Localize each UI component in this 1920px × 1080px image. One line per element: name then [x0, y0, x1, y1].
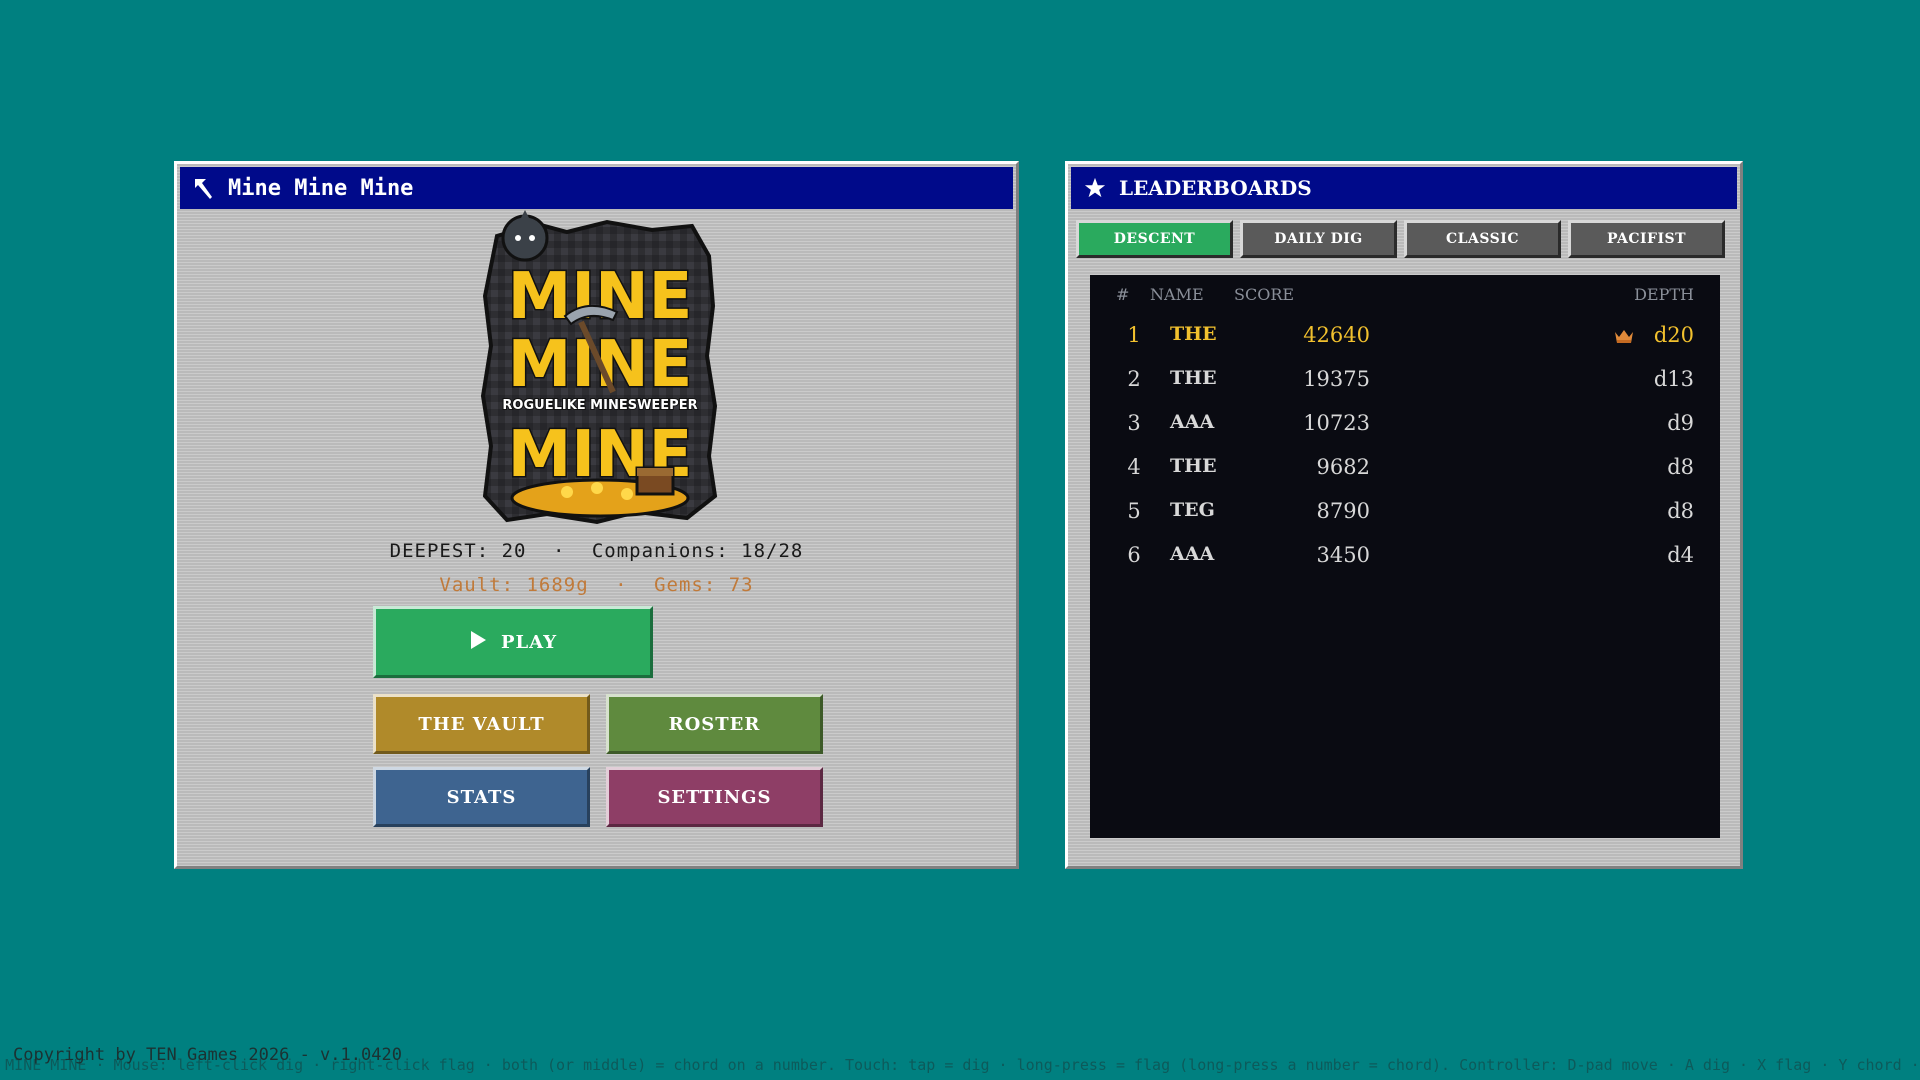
roster-button[interactable]: ROSTER [606, 694, 823, 754]
row-rank: 5 [1127, 499, 1141, 523]
vault-stat: Vault: 1689g [439, 574, 589, 596]
deepest-stat: DEEPEST: 20 [389, 540, 527, 562]
table-row: 1 THE 42640 d20 [1090, 315, 1720, 359]
row-score: 10723 [1303, 411, 1370, 435]
leaderboards-title: LEADERBOARDS [1119, 176, 1312, 200]
row-depth: d8 [1667, 455, 1694, 479]
leaderboard-table[interactable]: # NAME SCORE DEPTH 1 THE 42640 d20 2 THE… [1090, 275, 1720, 838]
tab-pacifist[interactable]: PACIFIST [1568, 220, 1725, 258]
play-button[interactable]: PLAY [373, 606, 653, 678]
table-row: 4 THE 9682 d8 [1090, 447, 1720, 491]
currency-stats: Vault: 1689g · Gems: 73 [177, 574, 1016, 596]
progress-stats: DEEPEST: 20 · Companions: 18/28 [177, 540, 1016, 562]
row-rank: 1 [1127, 323, 1141, 347]
row-depth: d8 [1667, 499, 1694, 523]
settings-label: SETTINGS [657, 786, 772, 808]
row-name: AAA [1170, 411, 1215, 433]
window-title: Mine Mine Mine [228, 175, 414, 201]
row-name: TEG [1170, 499, 1215, 521]
game-logo: MINE MINE MINE ROGUELIKE MINESWEEPER [477, 206, 723, 526]
row-score: 3450 [1316, 543, 1370, 567]
companions-stat: Companions: 18/28 [591, 540, 804, 562]
header-score: SCORE [1234, 285, 1295, 304]
logo-tagline: ROGUELIKE MINESWEEPER [502, 398, 697, 413]
tab-daily-dig-label: DAILY DIG [1274, 231, 1363, 247]
tab-classic[interactable]: CLASSIC [1404, 220, 1561, 258]
logo-line1: MINE [508, 260, 693, 334]
stat-separator: · [615, 574, 628, 596]
stats-label: STATS [446, 786, 517, 808]
header-rank: # [1116, 285, 1130, 304]
crown-icon [1614, 325, 1634, 349]
star-icon [1083, 176, 1107, 200]
tab-classic-label: CLASSIC [1446, 231, 1519, 247]
row-score: 19375 [1303, 367, 1370, 391]
row-score: 42640 [1303, 323, 1370, 347]
row-rank: 3 [1127, 411, 1141, 435]
row-name: AAA [1170, 543, 1215, 565]
table-row: 6 AAA 3450 d4 [1090, 535, 1720, 579]
main-title-bar[interactable]: Mine Mine Mine [180, 167, 1013, 209]
tab-daily-dig[interactable]: DAILY DIG [1240, 220, 1397, 258]
row-name: THE [1170, 323, 1217, 345]
header-name: NAME [1150, 285, 1204, 304]
row-depth: d4 [1667, 543, 1694, 567]
header-depth: DEPTH [1634, 285, 1694, 304]
leaderboards-window: LEADERBOARDS DESCENT DAILY DIG CLASSIC P… [1065, 161, 1743, 869]
play-label: PLAY [500, 631, 558, 653]
row-name: THE [1170, 367, 1217, 389]
copyright-text: Copyright by TEN Games 2026 - v.1.0420 [13, 1045, 402, 1065]
leaderboard-header: # NAME SCORE DEPTH [1090, 285, 1720, 309]
tab-pacifist-label: PACIFIST [1606, 231, 1687, 247]
the-vault-button[interactable]: THE VAULT [373, 694, 590, 754]
stats-button[interactable]: STATS [373, 767, 590, 827]
roster-label: ROSTER [668, 713, 761, 735]
table-row: 5 TEG 8790 d8 [1090, 491, 1720, 535]
row-rank: 6 [1127, 543, 1141, 567]
gems-stat: Gems: 73 [654, 574, 754, 596]
row-score: 8790 [1316, 499, 1370, 523]
settings-button[interactable]: SETTINGS [606, 767, 823, 827]
row-name: THE [1170, 455, 1217, 477]
row-depth: d20 [1653, 323, 1694, 347]
row-rank: 2 [1127, 367, 1141, 391]
stat-separator: · [552, 540, 566, 562]
tab-descent-label: DESCENT [1113, 231, 1196, 247]
main-menu-window: Mine Mine Mine MINE MINE MINE ROGUELIKE … [174, 161, 1019, 869]
leaderboards-title-bar[interactable]: LEADERBOARDS [1071, 167, 1737, 209]
play-icon [469, 630, 487, 655]
tab-descent[interactable]: DESCENT [1076, 220, 1233, 258]
row-rank: 4 [1127, 455, 1141, 479]
row-depth: d13 [1653, 367, 1694, 391]
table-row: 2 THE 19375 d13 [1090, 359, 1720, 403]
the-vault-label: THE VAULT [418, 713, 545, 735]
table-row: 3 AAA 10723 d9 [1090, 403, 1720, 447]
row-score: 9682 [1316, 455, 1370, 479]
row-depth: d9 [1667, 411, 1694, 435]
pickaxe-icon [192, 176, 216, 200]
